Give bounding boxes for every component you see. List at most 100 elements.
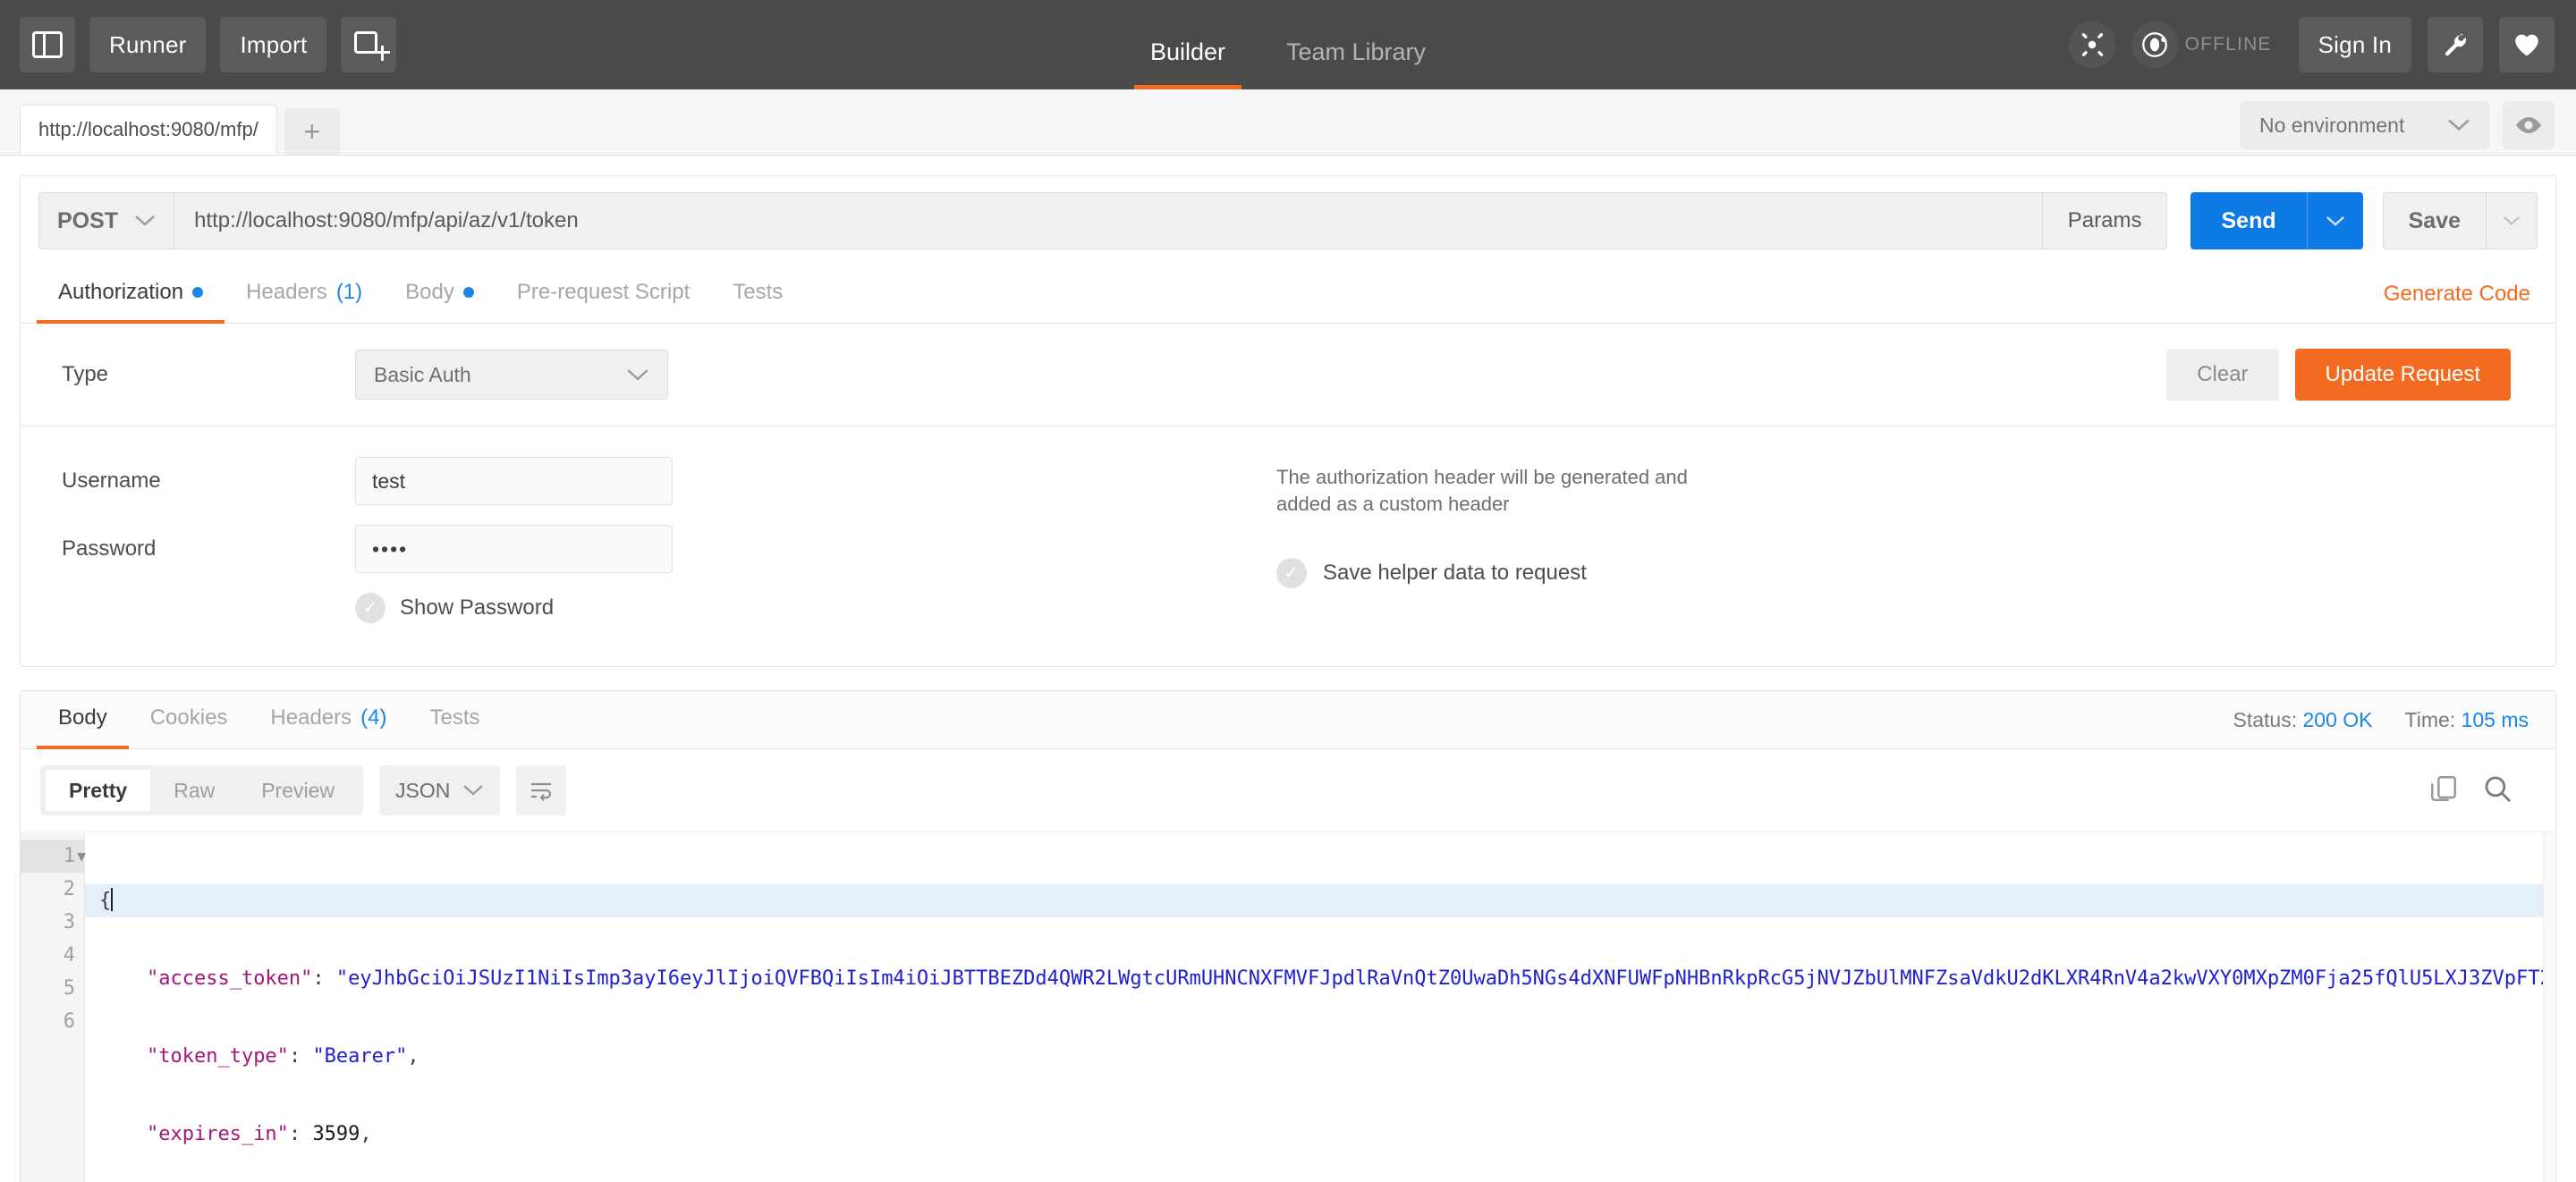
request-tab-body[interactable]: Body — [384, 266, 496, 323]
save-helper-row[interactable]: ✓ Save helper data to request — [1276, 558, 1706, 588]
code-line: "token_type": "Bearer", — [85, 1040, 2555, 1073]
environment-quick-look-button[interactable] — [2503, 101, 2555, 149]
response-status-value: 200 OK — [2303, 708, 2373, 731]
response-view-mode-group: Pretty Raw Preview — [40, 765, 363, 815]
json-open-brace: { — [99, 890, 111, 912]
request-tab-headers-label: Headers — [246, 280, 327, 305]
auth-type-select[interactable]: Basic Auth — [355, 350, 668, 400]
password-row: Password •••• — [42, 525, 1276, 573]
app-header: Runner Import Builder Team Library — [0, 0, 2576, 89]
code-gutter: 1 ▼ 2 3 4 5 6 — [21, 832, 85, 1182]
body-modified-dot-icon — [463, 287, 474, 298]
save-button[interactable]: Save — [2383, 192, 2538, 249]
chevron-down-icon — [2447, 118, 2470, 132]
response-format-select[interactable]: JSON — [379, 765, 500, 815]
auth-type-label: Type — [42, 362, 355, 387]
json-key-access-token: "access_token" — [147, 967, 312, 990]
response-tab-cookies[interactable]: Cookies — [129, 691, 250, 748]
word-wrap-toggle-button[interactable] — [516, 765, 566, 815]
request-url-input[interactable]: http://localhost:9080/mfp/api/az/v1/toke… — [174, 192, 2043, 249]
gutter-line: 6 — [21, 1005, 84, 1038]
tab-team-library[interactable]: Team Library — [1256, 38, 1456, 89]
response-tab-body[interactable]: Body — [37, 691, 129, 748]
http-method-select[interactable]: POST — [38, 192, 174, 249]
view-mode-preview[interactable]: Preview — [238, 765, 358, 815]
offline-status-label: OFFLINE — [2185, 34, 2272, 55]
code-lines[interactable]: { "access_token": "eyJhbGciOiJSUzI1NiIsI… — [85, 832, 2555, 1182]
save-options-chevron[interactable] — [2486, 193, 2537, 249]
json-key-token-type: "token_type" — [147, 1045, 289, 1068]
runner-button[interactable]: Runner — [89, 17, 206, 72]
view-mode-raw[interactable]: Raw — [150, 765, 238, 815]
response-format-label: JSON — [395, 779, 450, 803]
request-tab-headers[interactable]: Headers (1) — [225, 266, 384, 323]
request-tab-item[interactable]: http://localhost:9080/mfp/ — [20, 105, 277, 155]
settings-wrench-button[interactable] — [2428, 17, 2483, 72]
json-value-token-type: "Bearer" — [312, 1045, 407, 1068]
request-url-row: POST http://localhost:9080/mfp/api/az/v1… — [21, 176, 2555, 266]
gutter-line: 4 — [21, 939, 84, 972]
add-request-tab-button[interactable]: + — [284, 108, 340, 155]
response-meta: Status: 200 OK Time: 105 ms — [2233, 708, 2555, 732]
new-tab-button[interactable] — [341, 17, 396, 72]
password-input[interactable]: •••• — [355, 525, 673, 573]
request-tab-strip: http://localhost:9080/mfp/ + No environm… — [0, 89, 2576, 156]
word-wrap-icon — [528, 780, 555, 801]
show-password-checkbox[interactable]: ✓ — [355, 593, 386, 623]
auth-helper-info: The authorization header will be generat… — [1276, 457, 1706, 623]
sign-in-button[interactable]: Sign In — [2299, 17, 2411, 72]
params-button[interactable]: Params — [2043, 192, 2168, 249]
request-tab-tests[interactable]: Tests — [711, 266, 804, 323]
save-helper-label: Save helper data to request — [1323, 561, 1587, 586]
save-button-label: Save — [2384, 208, 2486, 234]
basic-auth-credentials: Username test Password •••• ✓ Show Passw… — [21, 426, 2555, 666]
copy-response-button[interactable] — [2428, 773, 2459, 808]
response-tool-actions — [2428, 773, 2536, 808]
view-mode-pretty[interactable]: Pretty — [46, 770, 150, 811]
environment-select[interactable]: No environment — [2240, 101, 2490, 149]
clear-button[interactable]: Clear — [2166, 349, 2278, 401]
response-body-code[interactable]: 1 ▼ 2 3 4 5 6 { "access_token": "eyJhbGc… — [21, 832, 2555, 1182]
sidebar-toggle-button[interactable] — [20, 17, 75, 72]
response-time-value: 105 ms — [2462, 708, 2529, 731]
update-request-button[interactable]: Update Request — [2295, 349, 2511, 401]
search-response-button[interactable] — [2482, 773, 2512, 808]
auth-actions: Clear Update Request — [2166, 349, 2534, 401]
gutter-line: 2 — [21, 873, 84, 906]
send-button-label: Send — [2190, 208, 2306, 234]
chevron-down-icon — [134, 215, 156, 227]
username-input[interactable]: test — [355, 457, 673, 505]
sync-orbit-icon[interactable] — [2131, 21, 2178, 68]
import-button[interactable]: Import — [220, 17, 326, 72]
main-content: POST http://localhost:9080/mfp/api/az/v1… — [0, 175, 2576, 1182]
username-label: Username — [42, 469, 355, 494]
text-caret — [111, 888, 113, 911]
settings-nodes-icon[interactable] — [2069, 21, 2115, 68]
response-tab-headers[interactable]: Headers (4) — [249, 691, 408, 748]
json-value-access-token: "eyJhbGciOiJSUzI1NiIsImp3ayI6eyJlIjoiQVF… — [336, 967, 2555, 990]
response-tab-headers-count: (4) — [360, 705, 386, 730]
code-vertical-scrollbar[interactable] — [2543, 832, 2555, 1182]
request-tab-authorization[interactable]: Authorization — [37, 266, 225, 323]
chevron-down-icon — [2326, 215, 2345, 227]
show-password-row[interactable]: ✓ Show Password — [42, 593, 1276, 623]
response-tab-tests[interactable]: Tests — [408, 691, 501, 748]
request-panel: POST http://localhost:9080/mfp/api/az/v1… — [20, 175, 2556, 667]
eye-icon — [2513, 114, 2544, 136]
code-line: "expires_in": 3599, — [85, 1118, 2555, 1151]
sidebar-panel-icon — [32, 31, 63, 58]
copy-icon — [2428, 773, 2459, 804]
tab-builder[interactable]: Builder — [1120, 38, 1256, 89]
favorites-heart-button[interactable] — [2499, 17, 2555, 72]
response-section-tabs: Body Cookies Headers (4) Tests Status: 2… — [21, 691, 2555, 749]
response-time-label: Time: — [2405, 708, 2456, 731]
request-section-tabs: Authorization Headers (1) Body Pre-reque… — [21, 266, 2555, 324]
request-tab-pre-request-script[interactable]: Pre-request Script — [496, 266, 711, 323]
response-time: Time: 105 ms — [2405, 708, 2529, 732]
generate-code-link[interactable]: Generate Code — [2384, 282, 2555, 307]
chevron-down-icon — [462, 784, 484, 797]
send-options-chevron[interactable] — [2307, 192, 2363, 249]
save-helper-checkbox[interactable]: ✓ — [1276, 558, 1307, 588]
sync-status-group: OFFLINE — [2131, 21, 2283, 68]
send-button[interactable]: Send — [2190, 192, 2362, 249]
